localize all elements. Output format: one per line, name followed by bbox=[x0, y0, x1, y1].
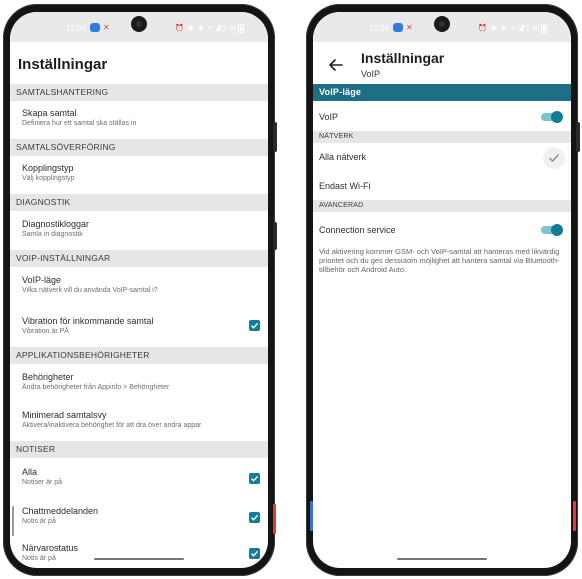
side-button bbox=[273, 122, 277, 152]
section-header-app-permissions: APPLIKATIONSBEHÖRIGHETER bbox=[10, 347, 268, 364]
setting-permissions[interactable]: Behörigheter Ändra behörigheter från App… bbox=[10, 372, 268, 391]
setting-diagnostic-logs[interactable]: Diagnostikloggar Samla in diagnostik bbox=[10, 219, 268, 238]
setting-subtitle: Definiera hur ett samtal ska ställas in bbox=[22, 120, 137, 127]
check-icon bbox=[251, 514, 259, 521]
setting-subtitle: Notis är på bbox=[22, 518, 56, 525]
setting-title: Behörigheter bbox=[22, 372, 74, 382]
section-header-call-transfer: SAMTALSÖVERFÖRING bbox=[10, 139, 268, 156]
side-marker bbox=[273, 504, 276, 534]
front-camera bbox=[131, 16, 147, 32]
gesture-navigation-bar[interactable] bbox=[397, 558, 487, 560]
status-time: 12:04 bbox=[369, 24, 390, 33]
gesture-navigation-bar[interactable] bbox=[94, 558, 184, 560]
setting-title: Alla bbox=[22, 467, 38, 477]
setting-subtitle: Ändra behörigheter från Appinfo > Behöri… bbox=[22, 384, 170, 391]
battery-level: 71 % bbox=[521, 24, 540, 33]
setting-title: VoIP-läge bbox=[22, 275, 62, 285]
check-icon bbox=[251, 322, 259, 329]
missed-call-icon: ✕ bbox=[406, 23, 413, 32]
all-notifications-checkbox[interactable] bbox=[249, 473, 260, 484]
section-header-voip-settings: VOIP-INSTÄLLNINGAR bbox=[10, 250, 268, 267]
battery-level: 71 % bbox=[218, 24, 237, 33]
setting-minimized-view[interactable]: Minimerad samtalsvy Aktivera/inaktivera … bbox=[10, 410, 268, 429]
toggle-knob bbox=[551, 224, 563, 236]
section-header-notifications: NOTISER bbox=[10, 441, 268, 458]
option-all-networks[interactable]: Alla nätverk bbox=[313, 152, 571, 162]
voip-toggle[interactable] bbox=[541, 111, 563, 123]
side-button bbox=[576, 122, 580, 152]
phone-left: 12:04 ✕ ⏰ ◉ ✱ ᯤ◢ 71 % Inställningar SAMT… bbox=[3, 4, 277, 576]
status-icons: ⏰ ◉ ✱ ᯤ◢ bbox=[478, 25, 525, 32]
page-title: Inställningar bbox=[361, 50, 445, 66]
back-arrow-icon[interactable] bbox=[327, 56, 345, 74]
status-icons: ⏰ ◉ ✱ ᯤ◢ bbox=[175, 25, 222, 32]
setting-title: VoIP bbox=[319, 112, 339, 122]
phone-right: 12:04 ✕ ⏰ ◉ ✱ ᯤ◢ 71 % Inställningar VoIP… bbox=[306, 4, 580, 576]
front-camera bbox=[434, 16, 450, 32]
checkmark-icon bbox=[549, 154, 559, 162]
missed-call-icon: ✕ bbox=[103, 23, 110, 32]
status-bar: 12:04 ✕ ⏰ ◉ ✱ ᯤ◢ 71 % bbox=[10, 12, 268, 42]
status-bar: 12:04 ✕ ⏰ ◉ ✱ ᯤ◢ 71 % bbox=[313, 12, 571, 42]
app-bar: Inställningar VoIP bbox=[313, 42, 571, 84]
check-icon bbox=[251, 550, 259, 557]
app-bar: Inställningar bbox=[10, 42, 268, 84]
presence-checkbox[interactable] bbox=[249, 548, 260, 559]
connection-service-description: Vid aktivering kommer GSM- och VoIP-samt… bbox=[319, 247, 560, 274]
setting-chat-messages[interactable]: Chattmeddelanden Notis är på bbox=[10, 506, 268, 525]
section-header-advanced: AVANCERAD bbox=[313, 200, 571, 212]
chat-notifications-checkbox[interactable] bbox=[249, 512, 260, 523]
setting-title: Diagnostikloggar bbox=[22, 219, 90, 229]
battery-icon bbox=[238, 24, 244, 33]
section-header-network: NÄTVERK bbox=[313, 131, 571, 143]
setting-connection-type[interactable]: Kopplingstyp Välj kopplingstyp bbox=[10, 163, 268, 182]
section-header-call-handling: SAMTALSHANTERING bbox=[10, 84, 268, 101]
toggle-knob bbox=[551, 111, 563, 123]
setting-subtitle: Vibration är PÅ bbox=[22, 328, 69, 335]
setting-subtitle: Välj kopplingstyp bbox=[22, 175, 75, 182]
setting-connection-service[interactable]: Connection service bbox=[313, 225, 571, 235]
side-button bbox=[273, 222, 277, 250]
setting-title: Närvarostatus bbox=[22, 543, 79, 553]
option-wifi-only[interactable]: Endast Wi-Fi bbox=[313, 181, 571, 191]
setting-subtitle: Notiser är på bbox=[22, 479, 63, 486]
setting-subtitle: Samla in diagnostik bbox=[22, 231, 83, 238]
chat-notification-icon bbox=[90, 23, 100, 32]
status-time: 12:04 bbox=[66, 24, 87, 33]
setting-title: Minimerad samtalsvy bbox=[22, 410, 107, 420]
setting-title: Chattmeddelanden bbox=[22, 506, 99, 516]
option-title: Alla nätverk bbox=[319, 152, 367, 162]
setting-subtitle: Vilka nätverk vill du använda VoIP-samta… bbox=[22, 287, 158, 294]
setting-title: Connection service bbox=[319, 225, 396, 235]
screen-right: 12:04 ✕ ⏰ ◉ ✱ ᯤ◢ 71 % Inställningar VoIP… bbox=[313, 12, 571, 568]
setting-title: Skapa samtal bbox=[22, 108, 77, 118]
chat-notification-icon bbox=[393, 23, 403, 32]
side-marker bbox=[310, 501, 313, 531]
page-title: Inställningar bbox=[18, 56, 108, 73]
vibration-checkbox[interactable] bbox=[249, 320, 260, 331]
setting-voip-mode[interactable]: VoIP-läge Vilka nätverk vill du använda … bbox=[10, 275, 268, 294]
setting-title: Kopplingstyp bbox=[22, 163, 74, 173]
setting-create-call[interactable]: Skapa samtal Definiera hur ett samtal sk… bbox=[10, 108, 268, 127]
option-title: Endast Wi-Fi bbox=[319, 181, 371, 191]
selected-check-icon bbox=[543, 147, 565, 169]
setting-all-notifications[interactable]: Alla Notiser är på bbox=[10, 467, 268, 486]
setting-vibration[interactable]: Vibration för inkommande samtal Vibratio… bbox=[10, 316, 268, 335]
check-icon bbox=[251, 475, 259, 482]
setting-title: Vibration för inkommande samtal bbox=[22, 316, 154, 326]
battery-icon bbox=[541, 24, 547, 33]
scroll-indicator bbox=[12, 506, 14, 536]
page-subtitle: VoIP bbox=[361, 69, 381, 79]
setting-subtitle: Aktivera/inaktivera behörighet för att d… bbox=[22, 422, 202, 429]
connection-service-toggle[interactable] bbox=[541, 224, 563, 236]
setting-voip[interactable]: VoIP bbox=[313, 112, 571, 122]
section-header-diagnostics: DIAGNOSTIK bbox=[10, 194, 268, 211]
section-header-voip-mode: VoIP-läge bbox=[313, 84, 571, 101]
screen-left: 12:04 ✕ ⏰ ◉ ✱ ᯤ◢ 71 % Inställningar SAMT… bbox=[10, 12, 268, 568]
side-marker bbox=[573, 501, 576, 531]
